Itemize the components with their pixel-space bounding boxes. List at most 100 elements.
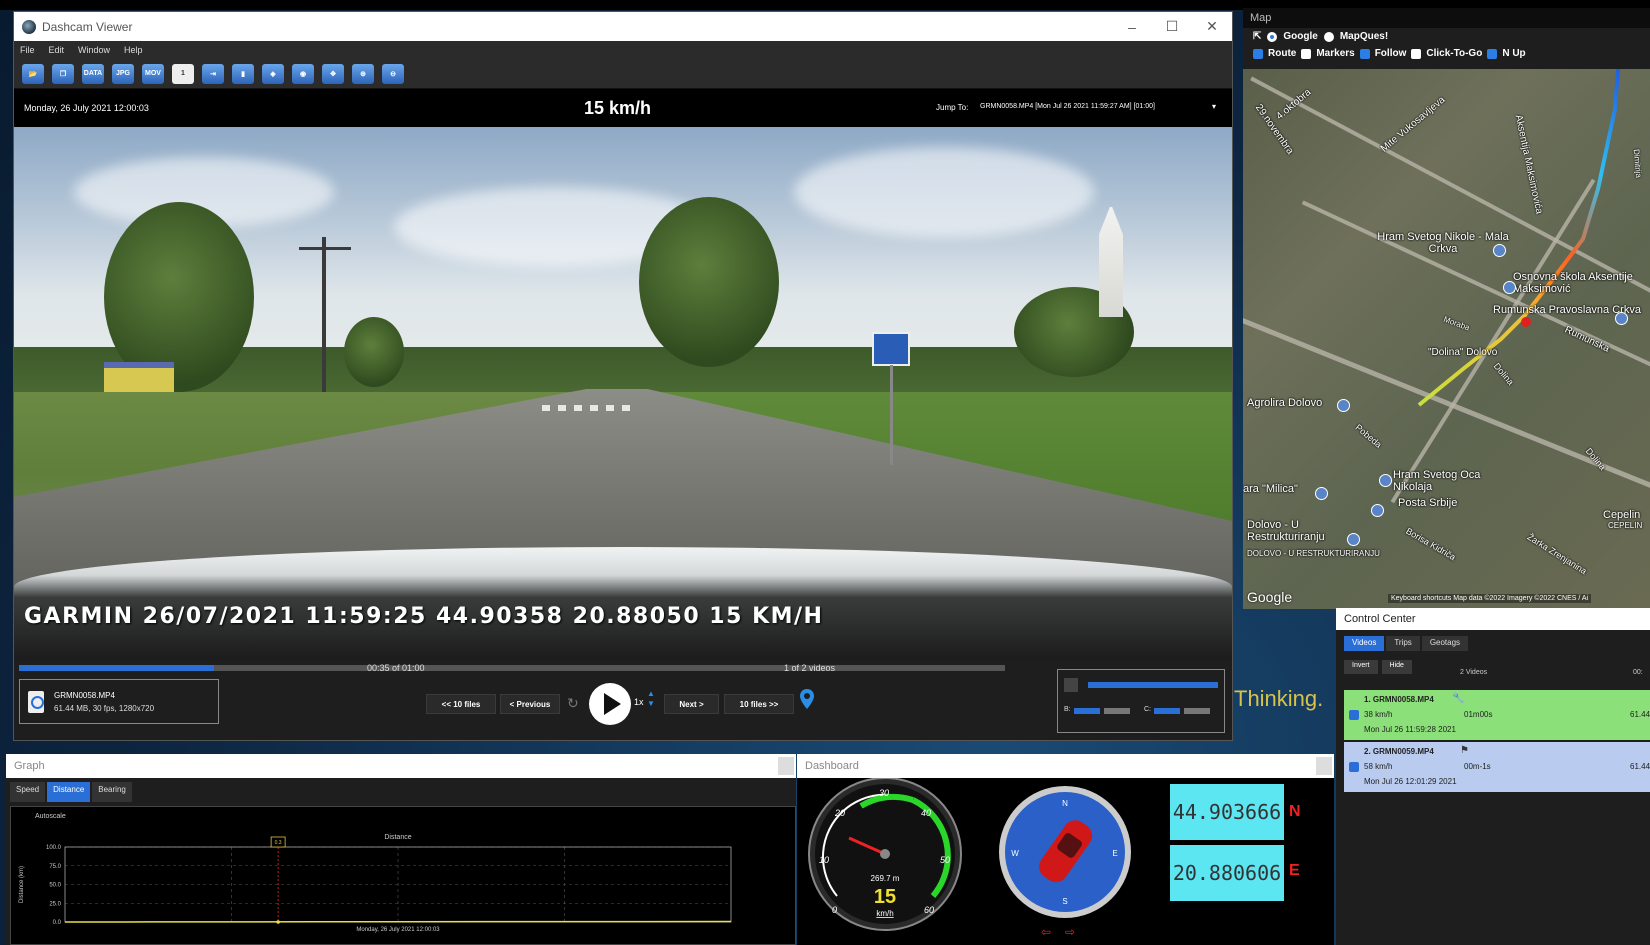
brightness-slider[interactable] bbox=[1074, 708, 1100, 714]
forward-10-files-button[interactable]: 10 files >> bbox=[724, 694, 794, 714]
video-date: Mon Jul 26 12:01:29 2021 bbox=[1364, 777, 1457, 786]
progress-videos: 1 of 2 videos bbox=[784, 663, 836, 673]
graph-close-button[interactable] bbox=[778, 757, 794, 775]
map-label: Dolovo - U Restrukturiranju bbox=[1247, 519, 1325, 543]
maximize-button[interactable]: ☐ bbox=[1152, 18, 1192, 35]
church-poi-icon[interactable] bbox=[1379, 474, 1392, 487]
control-center-tools: Invert Hide bbox=[1336, 656, 1650, 678]
zoom-out-icon[interactable]: ⊖ bbox=[382, 63, 404, 84]
shop-poi-icon[interactable] bbox=[1337, 399, 1350, 412]
video-list-item[interactable]: 1. GRMN0058.MP4 38 km/h 01m00s 61.44 Mon… bbox=[1344, 690, 1650, 740]
follow-checkbox[interactable] bbox=[1359, 48, 1370, 59]
back-10-files-button[interactable]: << 10 files bbox=[426, 694, 496, 714]
tab-geotags[interactable]: Geotags bbox=[1421, 635, 1469, 651]
video-car-hood bbox=[14, 547, 1232, 659]
video-cloud bbox=[794, 147, 1094, 237]
file-name: GRMN0058.MP4 bbox=[54, 690, 115, 700]
hide-button[interactable]: Hide bbox=[1381, 660, 1412, 674]
play-button[interactable] bbox=[589, 683, 631, 725]
map-canvas[interactable]: 29.novembra 4.oktobra Mite Vukosavljeva … bbox=[1243, 69, 1650, 609]
graph-area[interactable]: Autoscale Distance Distance (km) Monday, 2… bbox=[10, 806, 796, 945]
replay-icon[interactable]: ↻ bbox=[567, 695, 579, 712]
chevron-down-icon[interactable]: ▾ bbox=[1212, 102, 1216, 111]
provider-mapquest-radio[interactable] bbox=[1323, 31, 1334, 42]
jump-to-select[interactable]: GRMN0058.MP4 [Mon Jul 26 2021 11:59:27 A… bbox=[980, 103, 1230, 110]
speedometer: 0 10 20 30 40 50 60 269.7 m 15 km/h bbox=[808, 777, 962, 931]
playback-controls: 00:35 of 01:00 1 of 2 videos GRMN0058.MP… bbox=[14, 659, 1232, 739]
menu-edit[interactable]: Edit bbox=[49, 45, 65, 55]
export-icon[interactable]: ⇥ bbox=[202, 63, 224, 84]
video-frame[interactable]: GARMIN 26/07/2021 11:59:25 44.90358 20.8… bbox=[14, 127, 1232, 659]
map-label: Cepelin bbox=[1603, 509, 1641, 521]
church-poi-icon[interactable] bbox=[1493, 244, 1506, 257]
close-button[interactable]: ✕ bbox=[1192, 18, 1232, 35]
split-icon[interactable]: ◈ bbox=[262, 63, 284, 84]
fit-icon[interactable]: ✥ bbox=[322, 63, 344, 84]
menu-file[interactable]: File bbox=[20, 45, 35, 55]
speedo-tick-label: 10 bbox=[819, 855, 829, 865]
map-label: CEPELIN bbox=[1608, 521, 1643, 530]
target-icon[interactable]: ◉ bbox=[292, 63, 314, 84]
church-poi-icon[interactable] bbox=[1615, 312, 1628, 325]
progress-bar[interactable]: 00:35 of 01:00 1 of 2 videos bbox=[19, 663, 1005, 675]
dashboard-close-button[interactable] bbox=[1316, 757, 1332, 775]
graph-window: Graph Speed Distance Bearing Autoscale D… bbox=[6, 754, 796, 945]
mov-icon[interactable]: MOV bbox=[142, 63, 164, 84]
video-duration: 01m00s bbox=[1464, 710, 1493, 719]
tab-trips[interactable]: Trips bbox=[1386, 635, 1420, 651]
map-attribution: Keyboard shortcuts Map data ©2022 Imager… bbox=[1388, 594, 1592, 603]
location-pin-icon[interactable] bbox=[800, 689, 814, 709]
north-up-checkbox[interactable] bbox=[1487, 48, 1498, 59]
menu-window[interactable]: Window bbox=[78, 45, 110, 55]
rotate-left-icon[interactable]: ⇦ bbox=[1041, 925, 1051, 939]
menu-bar: File Edit Window Help bbox=[14, 41, 1232, 59]
school-poi-icon[interactable] bbox=[1503, 281, 1516, 294]
tab-speed[interactable]: Speed bbox=[10, 782, 46, 802]
rotate-right-icon[interactable]: ⇨ bbox=[1065, 925, 1075, 939]
latitude-display: 44.903666 bbox=[1170, 784, 1284, 840]
video-size: 61.44 bbox=[1630, 710, 1650, 719]
next-button[interactable]: Next > bbox=[664, 694, 719, 714]
open-folder-icon[interactable]: 📂 bbox=[22, 63, 44, 84]
rate-stepper[interactable]: ▲ ▼ bbox=[647, 689, 655, 709]
business-poi-icon[interactable] bbox=[1347, 533, 1360, 546]
markers-checkbox[interactable] bbox=[1301, 48, 1312, 59]
chart-title: Distance bbox=[384, 834, 411, 841]
tab-videos[interactable]: Videos bbox=[1344, 635, 1385, 651]
dashcam-viewer-window: Dashcam Viewer – ☐ ✕ File Edit Window He… bbox=[13, 11, 1233, 741]
popout-icon[interactable]: ⇱ bbox=[1253, 31, 1261, 42]
map-label: Posta Srbije bbox=[1398, 497, 1458, 509]
contrast-slider[interactable] bbox=[1154, 708, 1180, 714]
speedometer-hub bbox=[880, 849, 890, 859]
copy-icon[interactable]: ❐ bbox=[52, 63, 74, 84]
shop-poi-icon[interactable] bbox=[1315, 487, 1328, 500]
click-to-go-checkbox[interactable] bbox=[1411, 48, 1422, 59]
previous-button[interactable]: < Previous bbox=[500, 694, 560, 714]
chart-ylabel: Distance (km) bbox=[19, 866, 25, 903]
video-checkbox[interactable] bbox=[1349, 762, 1359, 772]
chart-xlabel: Monday, 26 July 2021 12:00:03 bbox=[356, 927, 440, 933]
jpg-icon[interactable]: JPG bbox=[112, 63, 134, 84]
tab-bearing[interactable]: Bearing bbox=[92, 782, 132, 802]
speaker-icon[interactable] bbox=[1064, 678, 1078, 692]
click-to-go-label: Click-To-Go bbox=[1426, 48, 1483, 59]
bookmark-icon[interactable]: ▮ bbox=[232, 63, 254, 84]
finish-flag-icon: ⚑ bbox=[1460, 745, 1469, 756]
speedo-tick-label: 60 bbox=[924, 905, 934, 915]
post-poi-icon[interactable] bbox=[1371, 504, 1384, 517]
zoom-in-icon[interactable]: ⊕ bbox=[352, 63, 374, 84]
video-checkbox[interactable] bbox=[1349, 710, 1359, 720]
tab-distance[interactable]: Distance bbox=[47, 782, 91, 802]
distance-chart[interactable]: Distance Distance (km) Monday, 26 July 202… bbox=[11, 807, 795, 944]
one-icon[interactable]: 1 bbox=[172, 63, 194, 84]
invert-button[interactable]: Invert bbox=[1344, 660, 1378, 674]
route-checkbox[interactable] bbox=[1253, 48, 1263, 59]
brightness-track bbox=[1104, 708, 1130, 714]
data-icon[interactable]: DATA bbox=[82, 63, 104, 84]
menu-help[interactable]: Help bbox=[124, 45, 143, 55]
video-list-item[interactable]: 2. GRMN0059.MP4 58 km/h 00m-1s 61.44 Mon… bbox=[1344, 742, 1650, 792]
minimize-button[interactable]: – bbox=[1112, 19, 1152, 35]
provider-google-radio[interactable] bbox=[1267, 31, 1278, 42]
volume-slider[interactable] bbox=[1088, 682, 1218, 688]
video-file-icon bbox=[28, 690, 44, 713]
